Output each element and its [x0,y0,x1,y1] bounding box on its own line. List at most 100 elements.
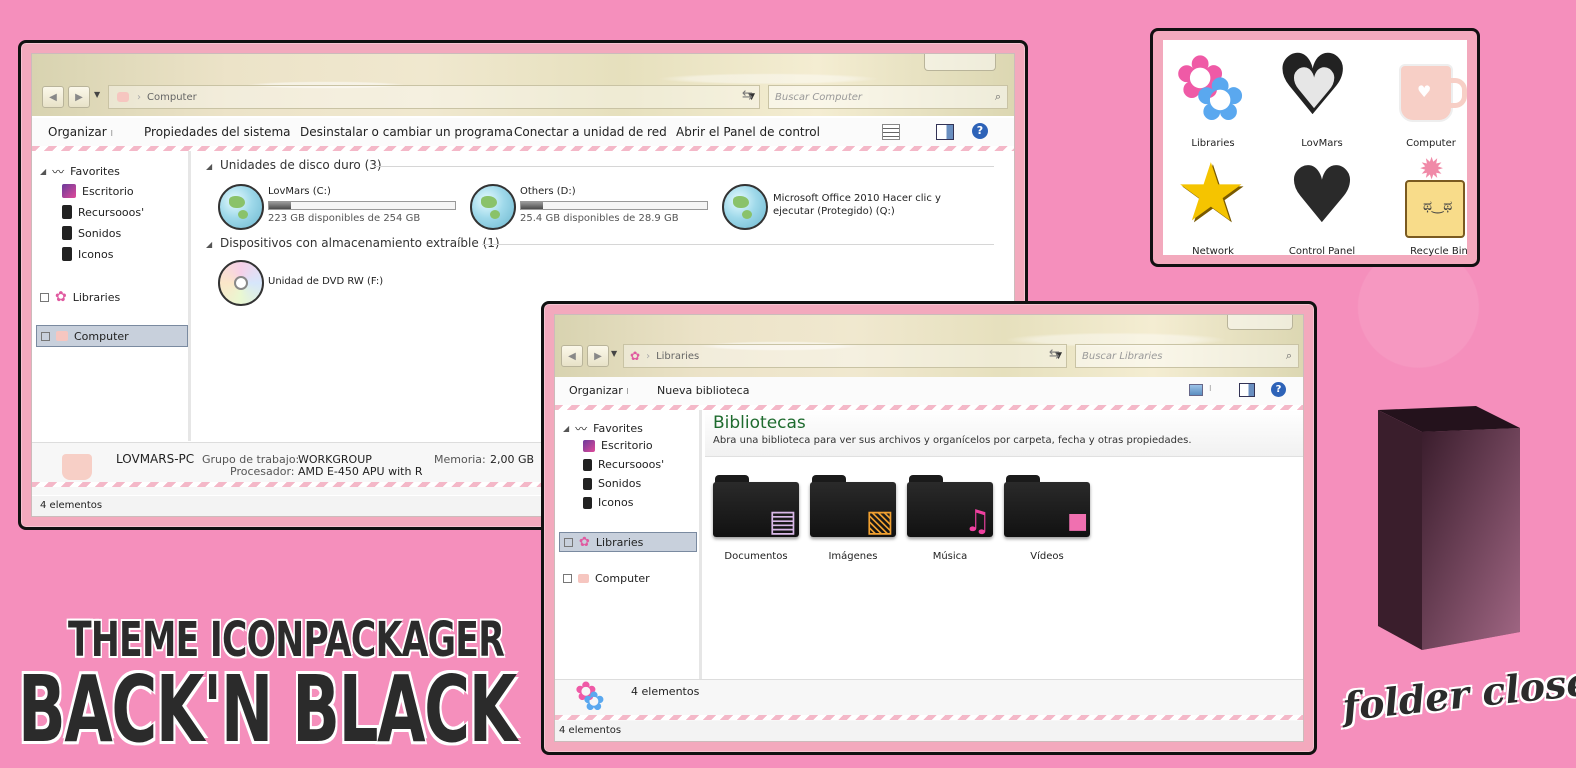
search-input[interactable]: Buscar Libraries ⌕ [1075,344,1299,368]
search-input[interactable]: Buscar Computer ⌕ [768,85,1008,109]
map-network-drive-button[interactable]: Conectar a unidad de red [514,125,667,139]
nav-recursooos[interactable]: Recursooos' [62,205,144,219]
libraries-flower-icon: ✿ ✿ [1175,43,1246,135]
icon-label-computer: Computer [1406,138,1456,149]
memory-value: 2,00 GB [490,453,535,466]
nav-recursooos[interactable]: Recursooos' [583,458,664,471]
expand-box-icon [563,574,572,583]
nav-sonidos[interactable]: Sonidos [62,226,121,240]
icon-preview-content: ✿ ✿ Libraries ♥ ♥ LovMars ♥ Computer ★ N… [1163,40,1468,257]
nav-libraries[interactable]: ✿ Libraries [559,532,697,552]
details-item-count: 4 elementos [631,685,700,698]
refresh-icon[interactable]: ⇆ [1049,347,1060,362]
open-control-panel-button[interactable]: Abrir el Panel de control [676,125,820,139]
processor-value: AMD E-450 APU with R [298,465,423,478]
libraries-window-content: ◀ ▶ ▼ ✿ › Libraries ▼ ⇆ Buscar Libraries… [554,314,1304,742]
folder-closed-svg [1378,406,1520,650]
drive-d-name[interactable]: Others (D:) [520,186,576,197]
documents-folder-icon[interactable]: ▤ [713,475,799,537]
breadcrumb-libraries[interactable]: Libraries [656,351,699,362]
computer-mug-icon [578,574,589,583]
nav-computer[interactable]: Computer [36,325,188,347]
drive-c-free-space: 223 GB disponibles de 254 GB [268,213,421,224]
window-controls[interactable] [1227,315,1293,330]
back-button[interactable]: ◀ [561,345,583,367]
folder-label-videos[interactable]: Vídeos [997,551,1097,562]
network-star-icon: ★ [1175,146,1247,239]
view-options-dropdown-icon[interactable]: ⁝ [1209,384,1212,393]
nav-iconos[interactable]: Iconos [62,247,113,261]
forward-button[interactable]: ▶ [587,345,609,367]
organize-button[interactable]: Organizar ⁝ [48,125,113,139]
command-bar: Organizar ⁝ Nueva biblioteca ⁝ ? [555,377,1303,406]
black-folder-icon [583,496,592,509]
documents-badge-icon: ▤ [768,504,797,539]
breadcrumb-computer[interactable]: Computer [147,92,197,103]
processor-label: Procesador: [230,465,295,478]
nav-escritorio[interactable]: Escritorio [62,184,134,198]
forward-arrow-icon: ▶ [594,350,602,362]
address-bar[interactable]: › Computer ▼ [108,85,760,109]
recent-pages-dropdown-icon[interactable]: ▼ [611,349,617,358]
computer-small-icon [117,92,129,102]
memory-label: Memoria: [434,453,486,466]
uninstall-program-button[interactable]: Desinstalar o cambiar un programa [300,125,513,139]
help-icon[interactable]: ? [1271,382,1286,397]
icon-label-network: Network [1192,246,1234,257]
window-controls[interactable] [924,54,996,71]
computer-mug-icon [56,331,68,341]
expand-box-icon [40,292,49,302]
refresh-icon[interactable]: ⇆ [742,88,753,103]
collapse-arrow-icon[interactable]: ◢ [206,240,212,249]
videos-folder-icon[interactable]: ■ [1004,475,1090,537]
drive-q-name-line1[interactable]: Microsoft Office 2010 Hacer clic y [773,193,941,204]
forward-button[interactable]: ▶ [68,86,90,108]
theme-title-line2: BACK'N BLACK [18,656,517,763]
nav-sonidos[interactable]: Sonidos [583,477,641,490]
icon-preview-panel: ✿ ✿ Libraries ♥ ♥ LovMars ♥ Computer ★ N… [1150,28,1480,267]
drive-q-globe-icon [722,184,768,230]
drive-d-usage-fill [521,202,544,209]
hard-drives-header[interactable]: Unidades de disco duro (3) [220,158,382,172]
drive-c-name[interactable]: LovMars (C:) [268,186,331,197]
nav-escritorio[interactable]: Escritorio [583,439,653,452]
music-folder-icon[interactable]: ♫ [907,475,993,537]
system-properties-button[interactable]: Propiedades del sistema [144,125,291,139]
status-item-count: 4 elementos [40,500,103,511]
black-folder-icon [62,247,72,261]
nav-iconos[interactable]: Iconos [583,496,633,509]
preview-pane-icon[interactable] [936,124,954,140]
drive-c-usage-bar [268,201,456,210]
organize-button[interactable]: Organizar ⁝ [569,384,629,397]
folder-label-documents[interactable]: Documentos [706,551,806,562]
folder-label-pictures[interactable]: Imágenes [803,551,903,562]
folder-label-music[interactable]: Música [900,551,1000,562]
nav-favorites[interactable]: ◢ 〰 Favorites [40,163,120,180]
back-button[interactable]: ◀ [42,86,64,108]
nav-libraries[interactable]: ✿ Libraries [40,289,120,305]
drive-d-free-space: 25.4 GB disponibles de 28.9 GB [520,213,679,224]
new-library-button[interactable]: Nueva biblioteca [657,384,749,397]
view-options-icon[interactable] [882,124,900,140]
libraries-window: ◀ ▶ ▼ ✿ › Libraries ▼ ⇆ Buscar Libraries… [541,301,1317,755]
back-arrow-icon: ◀ [568,350,576,362]
collapse-arrow-icon[interactable]: ◢ [206,162,212,171]
dvd-drive-name[interactable]: Unidad de DVD RW (F:) [268,276,383,287]
black-folder-icon [62,205,72,219]
removable-storage-header[interactable]: Dispositivos con almacenamiento extraíbl… [220,236,500,250]
drive-q-name-line2[interactable]: ejecutar (Protegido) (Q:) [773,206,895,217]
black-folder-icon [583,477,592,490]
command-bar: Organizar ⁝ Propiedades del sistema Desi… [32,118,1014,147]
nav-favorites[interactable]: ◢ 〰 Favorites [563,420,643,437]
change-view-icon[interactable] [1189,384,1203,396]
drive-c-globe-icon [218,184,264,230]
nav-computer[interactable]: Computer [563,572,650,585]
expand-arrow-icon: ◢ [563,424,570,433]
pictures-folder-icon[interactable]: ▧ [810,475,896,537]
drive-d-usage-bar [520,201,708,210]
help-icon[interactable]: ? [972,123,988,139]
recent-pages-dropdown-icon[interactable]: ▼ [94,90,100,99]
search-placeholder: Buscar Libraries [1082,350,1163,362]
address-bar[interactable]: ✿ › Libraries ▼ [623,344,1067,368]
preview-pane-icon[interactable] [1239,383,1255,397]
